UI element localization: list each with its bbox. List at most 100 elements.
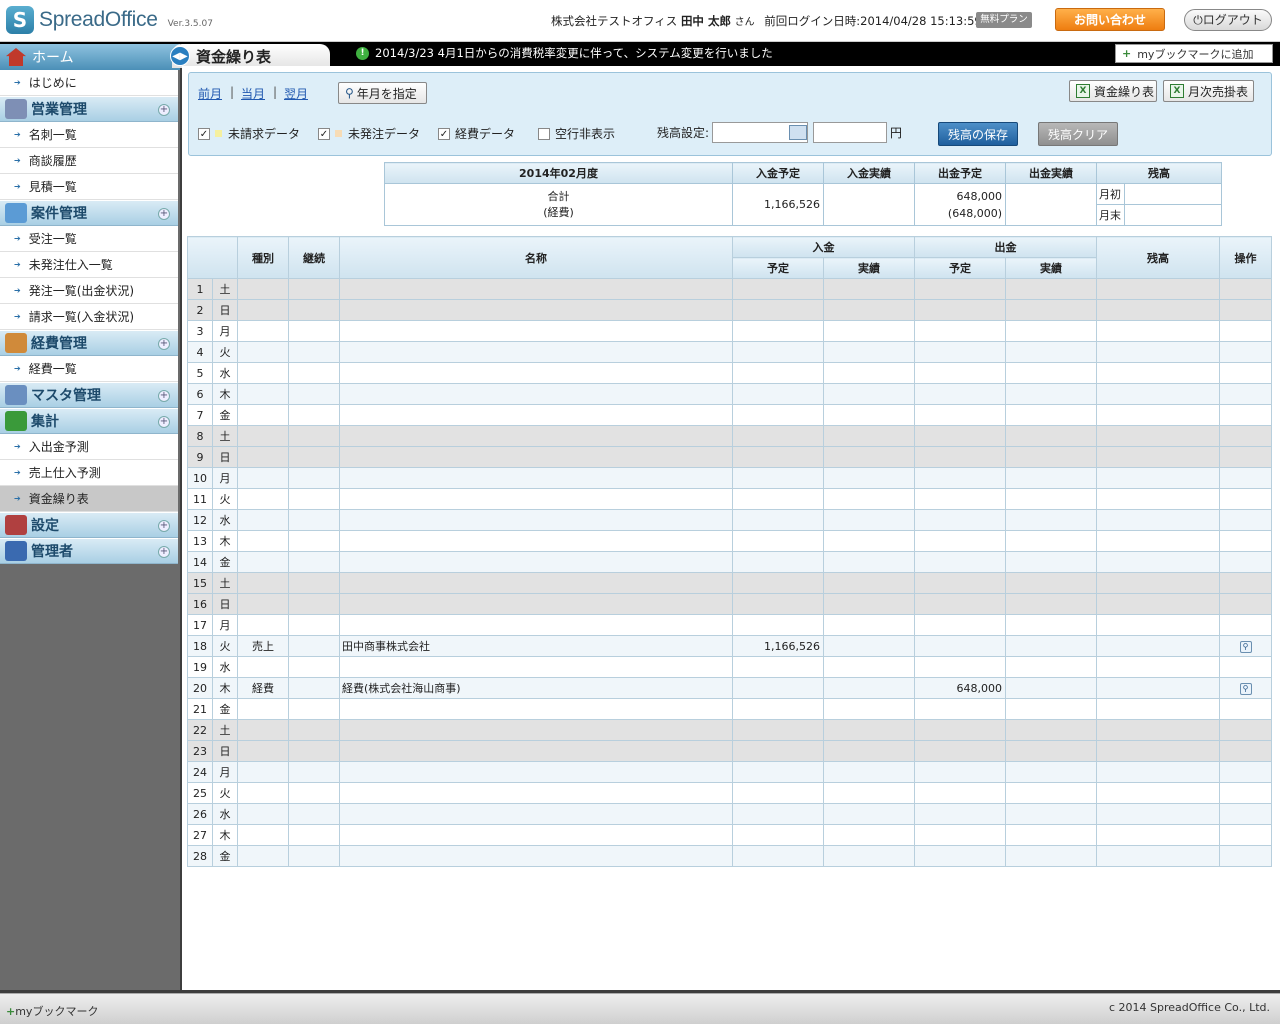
summary-header-in-actual: 入金実績 xyxy=(823,162,915,184)
cashflow-table: 種別 継続 名称 入金 出金 残高 操作 予定 実績 予定 実績 1土2日3月4… xyxy=(187,236,1272,867)
logout-button[interactable]: ⏻ログアウト xyxy=(1184,9,1272,31)
sidebar-item[interactable]: ➔ 入出金予測 xyxy=(0,434,178,460)
detail-view-icon[interactable]: ⚲ xyxy=(1239,683,1252,695)
sidebar-item[interactable]: ➔ 商談履歴 xyxy=(0,148,178,174)
sidebar: ➔ はじめに 営業管理 + ➔ 名刺一覧 ➔ 商談履歴 ➔ 見積一覧 案件管理 + ➔ 受注一覧 ➔ 未発注仕… xyxy=(0,70,180,990)
clear-balance-button[interactable]: 残高クリア xyxy=(1038,122,1118,146)
expand-icon[interactable]: + xyxy=(158,416,170,428)
sidebar-section[interactable]: 管理者 + xyxy=(0,538,178,564)
row-weekday: 月 xyxy=(212,614,238,636)
sidebar-section[interactable]: 集計 + xyxy=(0,408,178,434)
sidebar-item[interactable]: ➔ 名刺一覧 xyxy=(0,122,178,148)
row-out-actual xyxy=(1005,404,1097,426)
row-name xyxy=(339,593,733,615)
table-row: 25 火 xyxy=(187,782,1272,804)
sidebar-section[interactable]: 案件管理 + xyxy=(0,200,178,226)
bookmark-add-button[interactable]: + myブックマークに追加 xyxy=(1115,44,1273,63)
sidebar-item[interactable]: ➔ 受注一覧 xyxy=(0,226,178,252)
current-month-link[interactable]: 当月 xyxy=(241,85,265,102)
row-weekday: 水 xyxy=(212,656,238,678)
row-ops xyxy=(1219,404,1272,426)
row-in-actual xyxy=(823,824,915,846)
checkbox-box[interactable] xyxy=(538,127,550,140)
row-out-plan xyxy=(914,572,1006,594)
row-continue xyxy=(288,467,340,489)
expand-icon[interactable]: + xyxy=(158,546,170,558)
row-in-actual xyxy=(823,383,915,405)
app-logo[interactable]: S SpreadOffice Ver.3.5.07 xyxy=(6,6,213,34)
row-out-actual xyxy=(1005,383,1097,405)
balance-amount-input[interactable] xyxy=(813,122,887,143)
row-weekday: 日 xyxy=(212,299,238,321)
summary-in-plan: 1,166,526 xyxy=(732,183,824,226)
pick-month-button[interactable]: ⚲ 年月を指定 xyxy=(338,82,427,104)
calendar-icon[interactable] xyxy=(789,125,807,140)
sidebar-section[interactable]: マスタ管理 + xyxy=(0,382,178,408)
row-in-plan xyxy=(732,425,824,447)
row-continue xyxy=(288,404,340,426)
checkbox-box[interactable]: ✓ xyxy=(438,127,450,140)
row-ops xyxy=(1219,845,1272,867)
row-in-plan xyxy=(732,614,824,636)
sidebar-section[interactable]: 経費管理 + xyxy=(0,330,178,356)
sidebar-item[interactable]: ➔ 資金繰り表 xyxy=(0,486,178,512)
row-out-plan xyxy=(914,299,1006,321)
sidebar-item-label: 請求一覧(入金状況) xyxy=(28,310,135,324)
row-in-actual xyxy=(823,761,915,783)
expand-icon[interactable]: + xyxy=(158,208,170,220)
row-out-actual xyxy=(1005,761,1097,783)
row-in-actual xyxy=(823,845,915,867)
sidebar-item[interactable]: ➔ 経費一覧 xyxy=(0,356,178,382)
row-balance xyxy=(1096,467,1220,489)
row-type xyxy=(237,803,289,825)
row-type xyxy=(237,299,289,321)
contact-button[interactable]: お問い合わせ xyxy=(1055,8,1165,31)
sidebar-section[interactable]: 設定 + xyxy=(0,512,178,538)
checkbox-expense[interactable]: ✓ 経費データ xyxy=(438,125,515,142)
detail-view-icon[interactable]: ⚲ xyxy=(1239,641,1252,653)
expand-icon[interactable]: + xyxy=(158,104,170,116)
export-monthly-button[interactable]: X 月次売掛表 xyxy=(1163,80,1254,102)
row-in-actual xyxy=(823,404,915,426)
row-name xyxy=(339,551,733,573)
sidebar-item[interactable]: ➔ 請求一覧(入金状況) xyxy=(0,304,178,330)
checkbox-unbilled[interactable]: ✓ 未請求データ xyxy=(198,125,300,142)
sidebar-item-label: 見積一覧 xyxy=(28,180,77,194)
sidebar-section[interactable]: 営業管理 + xyxy=(0,96,178,122)
summary-header-balance: 残高 xyxy=(1096,162,1222,184)
row-balance xyxy=(1096,656,1220,678)
expand-icon[interactable]: + xyxy=(158,390,170,402)
checkbox-box[interactable]: ✓ xyxy=(198,127,210,140)
summary-header-out-actual: 出金実績 xyxy=(1005,162,1097,184)
row-ops xyxy=(1219,593,1272,615)
checkbox-box[interactable]: ✓ xyxy=(318,127,330,140)
sidebar-item[interactable]: ➔ 未発注仕入一覧 xyxy=(0,252,178,278)
save-balance-button[interactable]: 残高の保存 xyxy=(938,122,1018,146)
row-out-plan xyxy=(914,845,1006,867)
sidebar-item[interactable]: ➔ 発注一覧(出金状況) xyxy=(0,278,178,304)
sidebar-toggle-icon[interactable]: ◀▶ xyxy=(170,46,190,66)
row-in-plan xyxy=(732,467,824,489)
checkbox-hide-empty[interactable]: 空行非表示 xyxy=(538,125,615,142)
sidebar-item[interactable]: ➔ 売上仕入予測 xyxy=(0,460,178,486)
row-name: 田中商事株式会社 xyxy=(339,635,733,657)
checkbox-unordered[interactable]: ✓ 未発注データ xyxy=(318,125,420,142)
row-weekday: 土 xyxy=(212,572,238,594)
export-cash-button[interactable]: X 資金繰り表 xyxy=(1069,80,1157,102)
row-balance xyxy=(1096,362,1220,384)
row-ops: ⚲ xyxy=(1219,677,1272,699)
prev-month-link[interactable]: 前月 xyxy=(198,85,222,102)
home-tab[interactable]: ホーム xyxy=(0,44,180,70)
expand-icon[interactable]: + xyxy=(158,520,170,532)
summary-month-start-label: 月初 xyxy=(1096,183,1125,205)
my-bookmark-link[interactable]: +myブックマーク xyxy=(6,1003,98,1019)
expand-icon[interactable]: + xyxy=(158,338,170,350)
next-month-link[interactable]: 翌月 xyxy=(284,85,308,102)
notice-text: 2014/3/23 4月1日からの消費税率変更に伴って、システム変更を行いました xyxy=(375,46,773,60)
sidebar-item[interactable]: ➔ はじめに xyxy=(0,70,178,96)
row-weekday: 金 xyxy=(212,698,238,720)
notice[interactable]: ! 2014/3/23 4月1日からの消費税率変更に伴って、システム変更を行いまし… xyxy=(356,44,773,62)
row-balance xyxy=(1096,719,1220,741)
row-weekday: 金 xyxy=(212,404,238,426)
sidebar-item[interactable]: ➔ 見積一覧 xyxy=(0,174,178,200)
